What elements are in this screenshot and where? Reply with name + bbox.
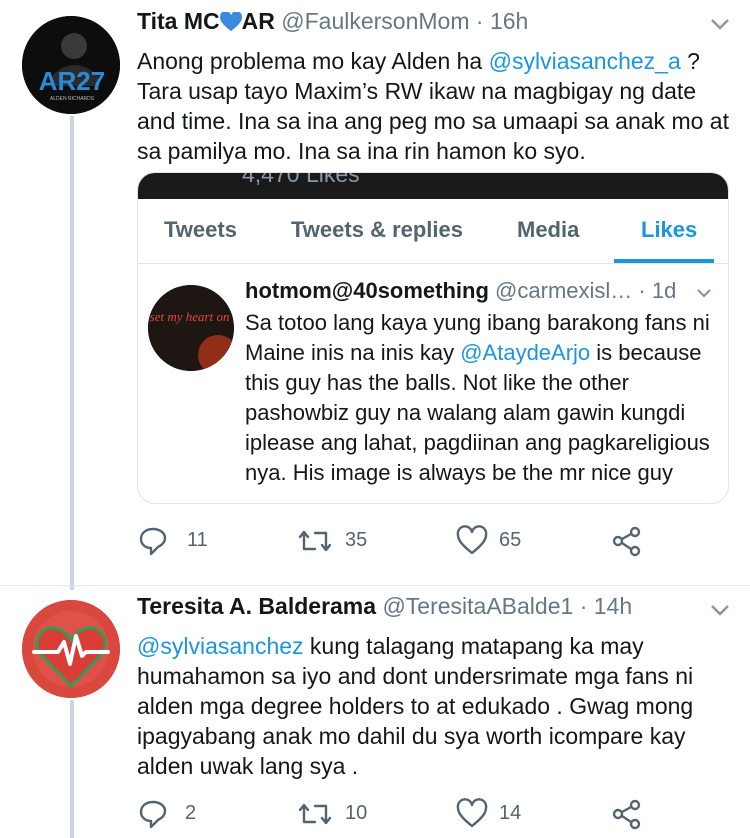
tab-likes[interactable]: Likes [641,217,697,243]
embed-top-bar: 4,470 Likes [138,173,728,199]
chevron-down-icon[interactable] [706,600,734,620]
author-name-suffix[interactable]: AR [242,8,275,34]
tweet-time[interactable]: · 1d [638,278,676,303]
chevron-down-icon[interactable] [690,283,718,303]
tab-tweets-replies[interactable]: Tweets & replies [291,217,463,243]
author-name[interactable]: hotmom@40something [245,278,489,303]
share-icon [612,526,641,557]
blue-heart-icon [219,11,242,38]
tweet-text: Sa totoo lang kaya yung ibang barakong f… [245,310,710,485]
avatar[interactable]: You set my heart on fire! [148,285,234,371]
tweet-actions: 11 35 65 [137,525,657,559]
author-name[interactable]: Tita MC [137,8,220,34]
heart-icon [456,525,488,555]
tweet-text: @sylviasanchez kung talagang matapang ka… [137,633,694,779]
tweet-time[interactable]: · 16h [476,8,528,34]
share-icon [612,799,641,830]
avatar[interactable]: AR27 ALDEN RICHARDS [22,16,120,114]
avatar[interactable] [22,600,120,698]
author-name[interactable]: Teresita A. Balderama [137,593,376,619]
svg-text:ALDEN RICHARDS: ALDEN RICHARDS [50,96,95,102]
author-handle[interactable]: @carmexisl… [495,278,632,303]
tab-tweets[interactable]: Tweets [164,217,237,243]
tweet-header: hotmom@40something @carmexisl… · 1d [245,278,676,304]
heart-icon [456,798,488,828]
reply-icon [139,800,167,829]
thread-line [70,116,74,590]
likes-count-label: 4,470 Likes [242,172,360,187]
retweet-icon [298,530,332,552]
reply-icon [139,527,167,556]
chevron-down-icon[interactable] [706,14,734,34]
tweet-time[interactable]: · 14h [580,593,632,619]
active-tab-indicator [614,259,714,263]
tweet-header: Teresita A. Balderama @TeresitaABalde1 ·… [137,593,632,620]
profile-tabs: Tweets Tweets & replies Media Likes [138,199,728,264]
tweet-actions: 2 10 14 [137,798,657,832]
tweet-text: Anong problema mo kay Alden ha @sylviasa… [137,48,729,164]
tab-media[interactable]: Media [517,217,579,243]
author-handle[interactable]: @FaulkersonMom [281,8,469,34]
author-handle[interactable]: @TeresitaABalde1 [382,593,573,619]
mention-link[interactable]: @sylviasanchez [137,633,304,659]
mention-link[interactable]: @AtaydeArjo [460,340,590,365]
retweet-icon [298,803,332,825]
embedded-screenshot[interactable]: 4,470 Likes Tweets Tweets & replies Medi… [137,172,729,504]
mention-link[interactable]: @sylviasanchez_a [489,48,681,74]
thread-line [70,700,74,838]
tweet-header: Tita MC AR @FaulkersonMom · 16h [137,8,528,38]
svg-text:You set my heart on fire!: You set my heart on fire! [148,309,234,324]
svg-text:AR27: AR27 [39,66,105,96]
tweet-divider [0,585,750,586]
